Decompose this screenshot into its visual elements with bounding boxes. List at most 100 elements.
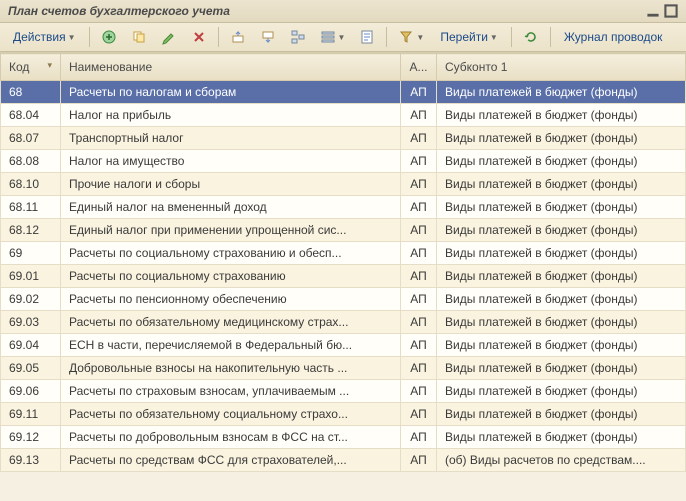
table-row[interactable]: 69.05Добровольные взносы на накопительну… bbox=[1, 357, 686, 380]
move-up-button[interactable] bbox=[225, 26, 251, 48]
table-row[interactable]: 69.11Расчеты по обязательному социальном… bbox=[1, 403, 686, 426]
cell-name: Единый налог на вмененный доход bbox=[61, 196, 401, 219]
table-row[interactable]: 68.08Налог на имуществоАПВиды платежей в… bbox=[1, 150, 686, 173]
cell-name: Расчеты по налогам и сборам bbox=[61, 81, 401, 104]
hierarchy-button[interactable] bbox=[285, 26, 311, 48]
cell-code: 68.04 bbox=[1, 104, 61, 127]
cell-code: 68.08 bbox=[1, 150, 61, 173]
cell-code: 69 bbox=[1, 242, 61, 265]
header-row: Код ▾ Наименование А... Субконто 1 bbox=[1, 54, 686, 81]
cell-code: 69.11 bbox=[1, 403, 61, 426]
cell-code: 68.10 bbox=[1, 173, 61, 196]
table-row[interactable]: 69.12Расчеты по добровольным взносам в Ф… bbox=[1, 426, 686, 449]
chevron-down-icon: ▼ bbox=[338, 33, 346, 42]
cell-code: 68.07 bbox=[1, 127, 61, 150]
add-button[interactable] bbox=[96, 26, 122, 48]
table-row[interactable]: 69.04ЕСН в части, перечисляемой в Федера… bbox=[1, 334, 686, 357]
list-icon bbox=[320, 29, 336, 45]
level-up-icon bbox=[230, 29, 246, 45]
toolbar: Действия ▼ ▼ bbox=[0, 23, 686, 52]
tree-icon bbox=[290, 29, 306, 45]
maximize-button[interactable] bbox=[664, 4, 678, 18]
table-row[interactable]: 68.12Единый налог при применении упрощен… bbox=[1, 219, 686, 242]
cell-sub1: (об) Виды расчетов по средствам.... bbox=[437, 449, 686, 472]
edit-button[interactable] bbox=[156, 26, 182, 48]
table-row[interactable]: 69.03Расчеты по обязательному медицинско… bbox=[1, 311, 686, 334]
cell-sub1: Виды платежей в бюджет (фонды) bbox=[437, 196, 686, 219]
cell-sub1: Виды платежей в бюджет (фонды) bbox=[437, 81, 686, 104]
cell-code: 68.12 bbox=[1, 219, 61, 242]
col-header-flag[interactable]: А... bbox=[401, 54, 437, 81]
cell-flag: АП bbox=[401, 449, 437, 472]
cell-flag: АП bbox=[401, 81, 437, 104]
cell-flag: АП bbox=[401, 311, 437, 334]
table-row[interactable]: 68.07Транспортный налогАПВиды платежей в… bbox=[1, 127, 686, 150]
table-row[interactable]: 69.13Расчеты по средствам ФСС для страхо… bbox=[1, 449, 686, 472]
journal-button[interactable]: Журнал проводок bbox=[557, 27, 670, 47]
cell-sub1: Виды платежей в бюджет (фонды) bbox=[437, 219, 686, 242]
move-down-button[interactable] bbox=[255, 26, 281, 48]
cell-sub1: Виды платежей в бюджет (фонды) bbox=[437, 127, 686, 150]
list-button[interactable]: ▼ bbox=[315, 26, 351, 48]
actions-menu[interactable]: Действия ▼ bbox=[6, 27, 83, 47]
table-row[interactable]: 69.02Расчеты по пенсионному обеспечениюА… bbox=[1, 288, 686, 311]
cell-flag: АП bbox=[401, 288, 437, 311]
titlebar: План счетов бухгалтерского учета bbox=[0, 0, 686, 23]
grid-container[interactable]: Код ▾ Наименование А... Субконто 1 68Рас… bbox=[0, 52, 686, 501]
cell-flag: АП bbox=[401, 196, 437, 219]
cell-sub1: Виды платежей в бюджет (фонды) bbox=[437, 426, 686, 449]
refresh-button[interactable] bbox=[518, 26, 544, 48]
goto-menu[interactable]: Перейти ▼ bbox=[433, 27, 504, 47]
cell-code: 69.05 bbox=[1, 357, 61, 380]
refresh-icon bbox=[523, 29, 539, 45]
copy-button[interactable] bbox=[126, 26, 152, 48]
cell-sub1: Виды платежей в бюджет (фонды) bbox=[437, 380, 686, 403]
cell-code: 69.04 bbox=[1, 334, 61, 357]
cell-sub1: Виды платежей в бюджет (фонды) bbox=[437, 334, 686, 357]
x-icon bbox=[191, 29, 207, 45]
cell-name: Расчеты по социальному страхованию bbox=[61, 265, 401, 288]
window-title: План счетов бухгалтерского учета bbox=[8, 4, 230, 18]
table-row[interactable]: 68.10Прочие налоги и сборыАПВиды платеже… bbox=[1, 173, 686, 196]
cell-name: Добровольные взносы на накопительную час… bbox=[61, 357, 401, 380]
separator bbox=[550, 27, 551, 47]
cell-sub1: Виды платежей в бюджет (фонды) bbox=[437, 104, 686, 127]
col-header-name[interactable]: Наименование bbox=[61, 54, 401, 81]
cell-flag: АП bbox=[401, 334, 437, 357]
minimize-button[interactable] bbox=[646, 4, 660, 18]
table-row[interactable]: 68Расчеты по налогам и сборамАПВиды плат… bbox=[1, 81, 686, 104]
table-row[interactable]: 68.11Единый налог на вмененный доходАПВи… bbox=[1, 196, 686, 219]
copy-icon bbox=[131, 29, 147, 45]
cell-name: ЕСН в части, перечисляемой в Федеральный… bbox=[61, 334, 401, 357]
cell-name: Расчеты по пенсионному обеспечению bbox=[61, 288, 401, 311]
separator bbox=[511, 27, 512, 47]
pencil-icon bbox=[161, 29, 177, 45]
accounts-table: Код ▾ Наименование А... Субконто 1 68Рас… bbox=[0, 53, 686, 472]
cell-name: Налог на прибыль bbox=[61, 104, 401, 127]
cell-name: Расчеты по обязательному социальному стр… bbox=[61, 403, 401, 426]
filter-button[interactable]: ▼ bbox=[393, 26, 429, 48]
cell-code: 69.13 bbox=[1, 449, 61, 472]
cell-name: Расчеты по социальному страхованию и обе… bbox=[61, 242, 401, 265]
cell-code: 69.06 bbox=[1, 380, 61, 403]
col-header-code[interactable]: Код ▾ bbox=[1, 54, 61, 81]
table-row[interactable]: 69Расчеты по социальному страхованию и о… bbox=[1, 242, 686, 265]
delete-button[interactable] bbox=[186, 26, 212, 48]
separator bbox=[218, 27, 219, 47]
cell-flag: АП bbox=[401, 173, 437, 196]
cell-code: 69.02 bbox=[1, 288, 61, 311]
col-header-sub1[interactable]: Субконто 1 bbox=[437, 54, 686, 81]
cell-flag: АП bbox=[401, 219, 437, 242]
cell-name: Расчеты по обязательному медицинскому ст… bbox=[61, 311, 401, 334]
cell-code: 69.12 bbox=[1, 426, 61, 449]
funnel-icon bbox=[398, 29, 414, 45]
table-row[interactable]: 68.04Налог на прибыльАПВиды платежей в б… bbox=[1, 104, 686, 127]
document-icon bbox=[359, 29, 375, 45]
table-row[interactable]: 69.06Расчеты по страховым взносам, уплач… bbox=[1, 380, 686, 403]
cell-code: 69.01 bbox=[1, 265, 61, 288]
table-row[interactable]: 69.01Расчеты по социальному страхованиюА… bbox=[1, 265, 686, 288]
cell-flag: АП bbox=[401, 380, 437, 403]
cell-name: Расчеты по средствам ФСС для страховател… bbox=[61, 449, 401, 472]
report-button[interactable] bbox=[354, 26, 380, 48]
cell-flag: АП bbox=[401, 357, 437, 380]
